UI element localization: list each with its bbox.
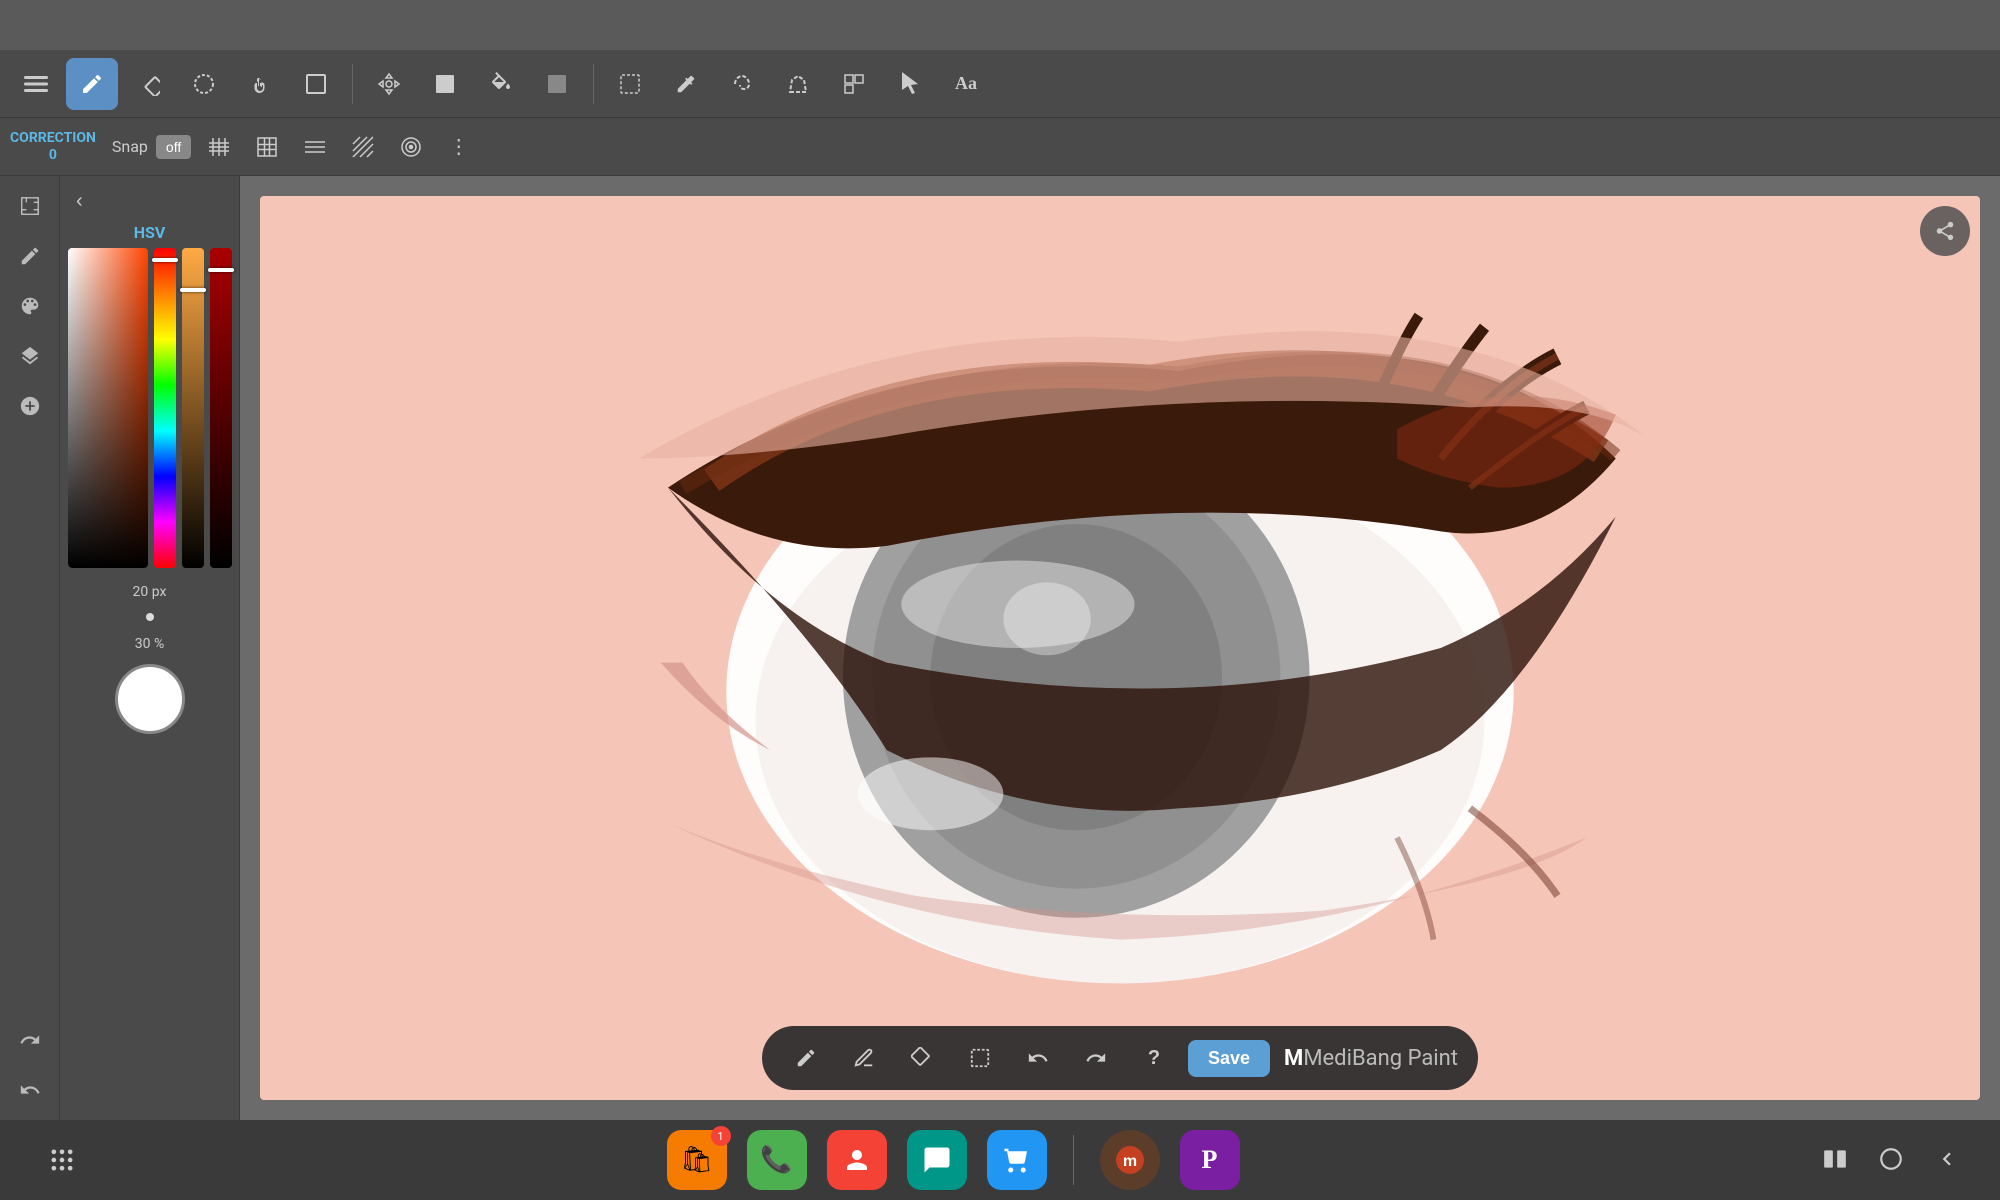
sidebar-undo-btn[interactable] (8, 1068, 52, 1112)
medibang-brand-label: MMediBang Paint (1284, 1046, 1458, 1071)
lasso-btn[interactable] (716, 58, 768, 110)
chat-app-icon[interactable] (907, 1130, 967, 1190)
marquee-btn[interactable] (604, 58, 656, 110)
toolbar-sub: CORRECTION 0 Snap off ⋮ (0, 118, 2000, 176)
hue-slider[interactable] (154, 248, 176, 568)
grid-overlay-btn[interactable] (247, 127, 287, 167)
cursor-btn[interactable] (884, 58, 936, 110)
radial-overlay-btn[interactable] (391, 127, 431, 167)
fill-rect-btn[interactable] (419, 58, 471, 110)
fill-btn[interactable] (475, 58, 527, 110)
medibang-app-icon[interactable]: m (1100, 1130, 1160, 1190)
nav-divider (1073, 1135, 1074, 1185)
horizontal-lines-btn[interactable] (295, 127, 335, 167)
shopping-app-icon[interactable] (987, 1130, 1047, 1190)
float-eraser-btn[interactable] (898, 1034, 946, 1082)
brush-size-label: 20 px (133, 584, 167, 600)
sidebar-add-btn[interactable] (8, 384, 52, 428)
float-selection-btn[interactable] (956, 1034, 1004, 1082)
purple-app-icon[interactable]: P (1180, 1130, 1240, 1190)
sidebar-color-btn[interactable] (8, 284, 52, 328)
alpha-slider[interactable] (210, 248, 232, 568)
toolbar-top: Aa (0, 50, 2000, 118)
top-bar (0, 0, 2000, 50)
phone-app-icon[interactable]: 📞 (747, 1130, 807, 1190)
color-picker-area (68, 248, 232, 568)
dark-fill-btn[interactable] (531, 58, 583, 110)
brightness-slider[interactable] (182, 248, 204, 568)
main-area: ‹ HSV 20 (0, 176, 2000, 1120)
float-brush-btn[interactable] (782, 1034, 830, 1082)
sidebar-brush-btn[interactable] (8, 234, 52, 278)
android-nav-bar: 🛍 1 📞 m P (0, 1120, 2000, 1200)
opacity-label: 30 % (135, 636, 164, 652)
snap-label: Snap (112, 137, 148, 156)
poly-lasso-btn[interactable] (772, 58, 824, 110)
layer-move-btn[interactable] (828, 58, 880, 110)
floating-toolbar: ? Save MMediBang Paint (762, 1026, 1478, 1090)
float-undo-btn[interactable] (1014, 1034, 1062, 1082)
correction-label: CORRECTION 0 (10, 130, 96, 164)
color-saturation-square[interactable] (68, 248, 148, 568)
store-app-icon[interactable]: 🛍 1 (667, 1130, 727, 1190)
diamond-tool-btn[interactable] (122, 58, 174, 110)
svg-text:m: m (1122, 1153, 1136, 1170)
app-drawer-btn[interactable] (40, 1138, 84, 1182)
save-button[interactable]: Save (1188, 1040, 1270, 1077)
left-sidebar (0, 176, 60, 1120)
sidebar-transform-btn[interactable] (8, 184, 52, 228)
current-color-swatch[interactable] (115, 664, 185, 734)
home-btn[interactable] (1878, 1146, 1904, 1175)
divider-1 (352, 64, 353, 104)
share-btn[interactable] (1920, 206, 1970, 256)
float-help-btn[interactable]: ? (1130, 1034, 1178, 1082)
eyedropper-btn[interactable] (660, 58, 712, 110)
circle-select-btn[interactable] (178, 58, 230, 110)
recent-apps-btn[interactable] (1822, 1146, 1848, 1175)
more-options-btn[interactable]: ⋮ (439, 127, 479, 167)
app-container: Aa CORRECTION 0 Snap off ⋮ (0, 50, 2000, 1120)
diagonal-lines-btn[interactable] (343, 127, 383, 167)
back-btn[interactable] (1934, 1146, 1960, 1175)
contacts-app-icon[interactable] (827, 1130, 887, 1190)
eye-illustration (260, 196, 1980, 1100)
brush-size-indicator (110, 602, 190, 632)
brush-tool-btn[interactable] (66, 58, 118, 110)
app-icons-row: 🛍 1 📞 m P (667, 1130, 1240, 1190)
transform-btn[interactable] (363, 58, 415, 110)
hand-tool-btn[interactable] (234, 58, 286, 110)
sidebar-layers-btn[interactable] (8, 334, 52, 378)
brush-size-dot (146, 613, 154, 621)
hsv-label: HSV (134, 223, 166, 242)
rect-select-btn[interactable] (290, 58, 342, 110)
canvas-area: ? Save MMediBang Paint (240, 176, 2000, 1120)
sidebar-redo-btn[interactable] (8, 1018, 52, 1062)
menu-button[interactable] (10, 58, 62, 110)
drawing-canvas[interactable] (260, 196, 1980, 1100)
divider-2 (593, 64, 594, 104)
hatching-btn[interactable] (199, 127, 239, 167)
color-panel: ‹ HSV 20 (60, 176, 240, 1120)
color-panel-collapse-btn[interactable]: ‹ (68, 186, 91, 217)
float-redo-btn[interactable] (1072, 1034, 1120, 1082)
system-icons-row (1822, 1146, 1960, 1175)
text-tool-btn[interactable]: Aa (940, 58, 992, 110)
float-pencil-btn[interactable] (840, 1034, 888, 1082)
store-badge: 1 (711, 1126, 731, 1146)
snap-toggle-btn[interactable]: off (156, 135, 191, 159)
